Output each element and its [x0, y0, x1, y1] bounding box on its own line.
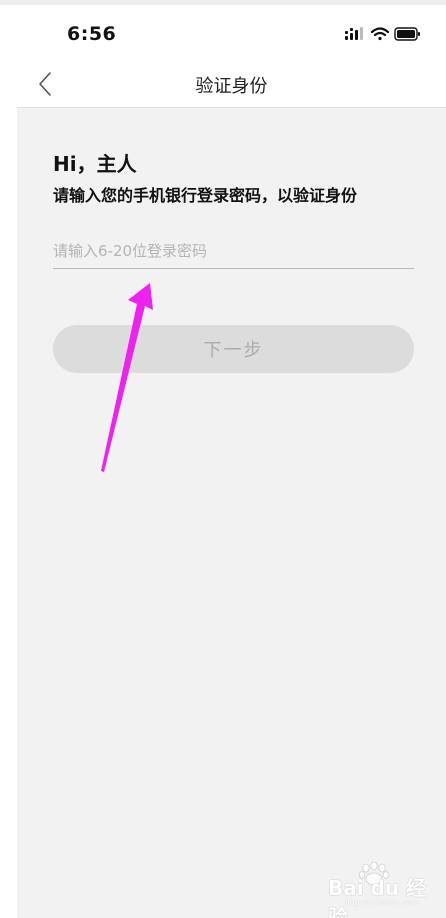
signal-icon — [345, 27, 363, 40]
status-bar: 6:56 — [17, 5, 446, 61]
battery-icon — [394, 27, 420, 41]
instruction-text: 请输入您的手机银行登录密码，以验证身份 — [53, 186, 358, 205]
watermark-url: jingyan.baidu.com — [345, 898, 419, 907]
password-input[interactable] — [53, 234, 414, 269]
page-title: 验证身份 — [195, 76, 268, 97]
status-icons — [345, 26, 421, 42]
next-button[interactable]: 下一步 — [53, 325, 414, 373]
wifi-icon — [370, 27, 390, 41]
status-time: 6:56 — [67, 23, 117, 45]
watermark-text: Bai du 经验 — [328, 876, 427, 918]
nav-bar: 验证身份 — [17, 61, 446, 108]
screenshot-frame: 6:56 验证身份 Hi，主人 请输入您的手机银行登录密码，以验证身份 下一步 … — [0, 0, 446, 918]
greeting-heading: Hi，主人 — [53, 152, 137, 176]
phone-screen: 6:56 验证身份 Hi，主人 请输入您的手机银行登录密码，以验证身份 下一步 — [17, 5, 446, 918]
